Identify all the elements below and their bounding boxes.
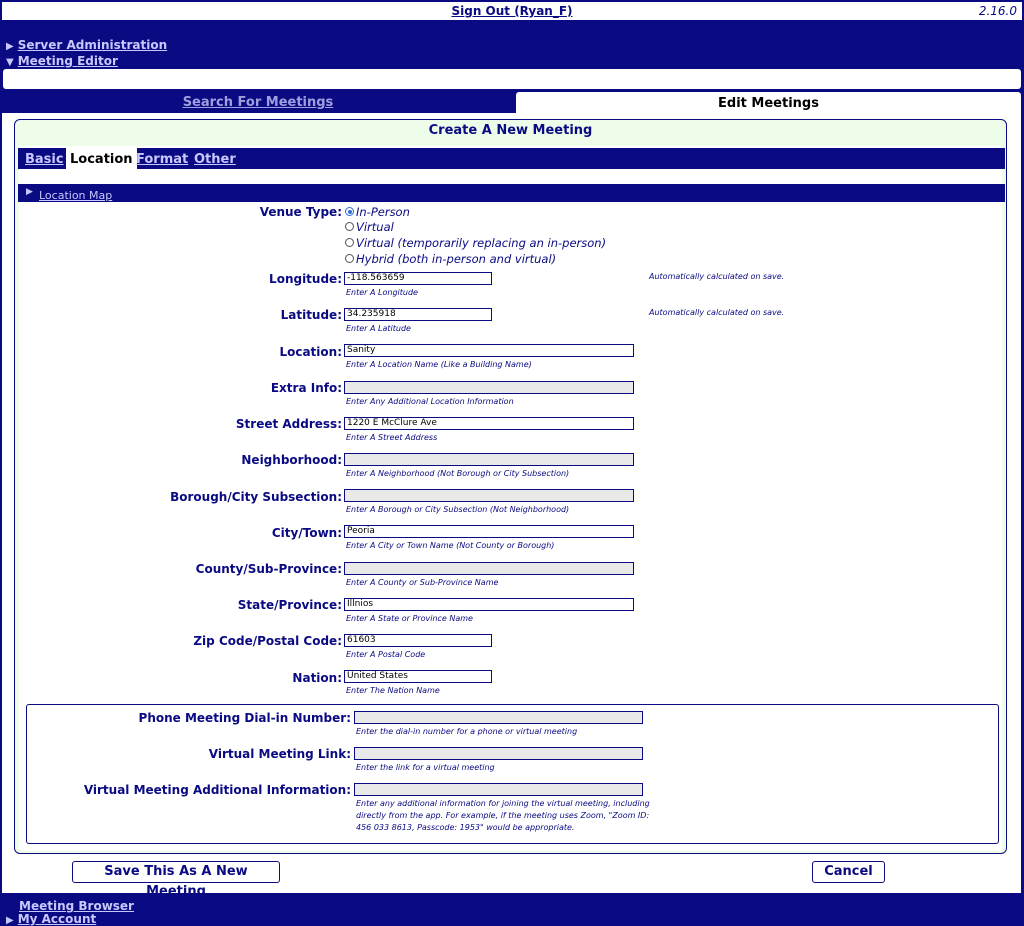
radio-selected-icon[interactable] [345,207,354,216]
latitude-note: Automatically calculated on save. [649,308,785,317]
phone-dialin-hint: Enter the dial-in number for a phone or … [356,727,578,736]
zip-input[interactable]: 61603 [344,634,492,647]
neighborhood-label: Neighborhood: [241,453,342,467]
virtual-additional-input[interactable] [354,783,643,796]
virtual-additional-label: Virtual Meeting Additional Information: [83,783,351,797]
virtual-link-label: Virtual Meeting Link: [208,747,351,761]
location-hint: Enter A Location Name (Like a Building N… [346,360,532,369]
virtual-additional-hint-3: 456 033 8613, Passcode: 1953" would be a… [356,823,575,832]
extra-info-hint: Enter Any Additional Location Informatio… [346,397,514,406]
radio-icon[interactable] [345,254,354,263]
nation-label: Nation: [292,671,342,685]
latitude-hint: Enter A Latitude [346,324,411,333]
venue-option-hybrid[interactable]: Hybrid (both in-person and virtual) [345,252,556,266]
tab-search-for-meetings[interactable]: Search For Meetings [2,93,514,113]
top-bar: Sign Out (Ryan_F) 2.16.0 [2,2,1022,20]
venue-option-virtual-temp[interactable]: Virtual (temporarily replacing an in-per… [345,236,606,250]
borough-label: Borough/City Subsection: [170,490,342,504]
tab-location[interactable]: Location [66,148,137,169]
nav-meeting-editor[interactable]: ▼ Meeting Editor [6,54,118,68]
street-address-label: Street Address: [235,417,342,431]
nation-hint: Enter The Nation Name [346,686,440,695]
virtual-additional-hint-1: Enter any additional information for joi… [356,799,650,808]
longitude-note: Automatically calculated on save. [649,272,785,281]
triangle-right-icon: ▶ [6,41,14,52]
county-hint: Enter A County or Sub-Province Name [346,578,499,587]
radio-icon[interactable] [345,238,354,247]
location-label: Location: [279,345,342,359]
longitude-input[interactable]: -118.563659 [344,272,492,285]
county-input[interactable] [344,562,634,575]
triangle-down-icon: ▼ [6,57,14,68]
longitude-label: Longitude: [269,272,342,286]
neighborhood-input[interactable] [344,453,634,466]
neighborhood-hint: Enter A Neighborhood (Not Borough or Cit… [346,469,570,478]
extra-info-label: Extra Info: [270,381,342,395]
venue-option-virtual[interactable]: Virtual [345,220,394,234]
tab-basic[interactable]: Basic [25,148,64,169]
state-label: State/Province: [237,598,342,612]
street-address-hint: Enter A Street Address [346,433,438,442]
save-new-meeting-button[interactable]: Save This As A New Meeting [72,861,280,899]
longitude-hint: Enter A Longitude [346,288,418,297]
state-input[interactable]: Illnios [344,598,634,611]
latitude-label: Latitude: [280,308,342,322]
triangle-right-icon: ▶ [26,187,33,197]
virtual-additional-hint-2: directly from the app. For example, if t… [356,811,650,820]
subtab-bar: Basic Location Format Other [18,148,1005,169]
my-account-link[interactable]: ▶ My Account [6,912,96,926]
zip-hint: Enter A Postal Code [346,650,426,659]
location-map-toggle[interactable]: ▶ Location Map [18,184,1005,202]
location-input[interactable]: Sanity [344,344,634,357]
phone-dialin-label: Phone Meeting Dial-in Number: [138,711,351,725]
tab-other[interactable]: Other [194,148,236,169]
tab-edit-meetings[interactable]: Edit Meetings [516,92,1021,114]
virtual-link-input[interactable] [354,747,643,760]
venue-option-in-person[interactable]: In-Person [345,205,410,219]
borough-hint: Enter A Borough or City Subsection (Not … [346,505,570,514]
sign-out-link[interactable]: Sign Out (Ryan_F) [3,4,1021,18]
nation-input[interactable]: United States [344,670,492,683]
nav-server-administration[interactable]: ▶ Server Administration [6,38,167,52]
page-title: Create A New Meeting [428,123,593,138]
virtual-link-hint: Enter the link for a virtual meeting [356,763,495,772]
header-spacer-bar [3,69,1021,89]
city-input[interactable]: Peoria [344,525,634,538]
tab-format[interactable]: Format [136,148,188,169]
borough-input[interactable] [344,489,634,502]
zip-label: Zip Code/Postal Code: [193,634,342,648]
version-label: 2.16.0 [978,4,1017,18]
state-hint: Enter A State or Province Name [346,614,473,623]
latitude-input[interactable]: 34.235918 [344,308,492,321]
extra-info-input[interactable] [344,381,634,394]
street-address-input[interactable]: 1220 E McClure Ave [344,417,634,430]
city-label: City/Town: [271,526,342,540]
triangle-right-icon: ▶ [6,915,14,926]
radio-icon[interactable] [345,222,354,231]
venue-type-label: Venue Type: [259,205,342,219]
county-label: County/Sub-Province: [195,562,342,576]
cancel-button[interactable]: Cancel [812,861,885,883]
phone-dialin-input[interactable] [354,711,643,724]
meeting-browser-link[interactable]: Meeting Browser [19,899,134,913]
city-hint: Enter A City or Town Name (Not County or… [346,541,555,550]
